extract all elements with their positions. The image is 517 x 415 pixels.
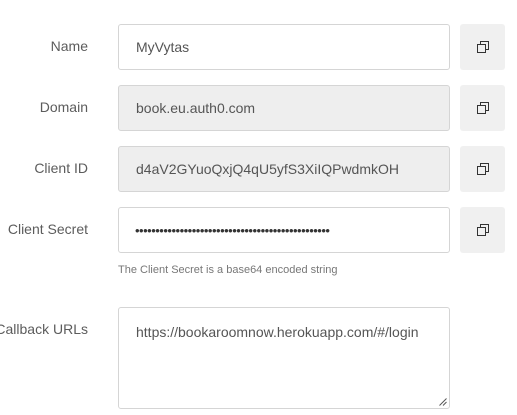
- copy-icon: [476, 163, 489, 175]
- copy-icon: [476, 224, 489, 236]
- domain-field[interactable]: book.eu.auth0.com: [118, 85, 450, 131]
- client-secret-hint: The Client Secret is a base64 encoded st…: [118, 264, 338, 276]
- copy-client-id-button[interactable]: [460, 146, 505, 192]
- callback-urls-label: Callback URLs: [0, 321, 88, 337]
- domain-label: Domain: [39, 99, 88, 115]
- copy-icon: [476, 102, 489, 114]
- client-secret-label: Client Secret: [7, 221, 88, 237]
- callback-urls-value: https://bookaroomnow.herokuapp.com/#/log…: [136, 324, 419, 340]
- client-secret-input[interactable]: ••••••••••••••••••••••••••••••••••••••••…: [118, 207, 450, 253]
- name-input[interactable]: MyVytas: [118, 24, 450, 70]
- client-id-field[interactable]: d4aV2GYuoQxjQ4qU5yfS3XiIQPwdmkOH: [118, 146, 450, 192]
- copy-client-secret-button[interactable]: [460, 207, 505, 253]
- copy-icon: [476, 41, 489, 53]
- client-id-label: Client ID: [34, 160, 88, 176]
- name-label: Name: [50, 38, 88, 54]
- application-settings-form: Name MyVytas Domain book.eu.auth0.com Cl…: [0, 0, 517, 415]
- callback-urls-textarea[interactable]: https://bookaroomnow.herokuapp.com/#/log…: [118, 307, 450, 409]
- copy-domain-button[interactable]: [460, 85, 505, 131]
- copy-name-button[interactable]: [460, 24, 505, 70]
- resize-grip-icon[interactable]: [439, 398, 447, 406]
